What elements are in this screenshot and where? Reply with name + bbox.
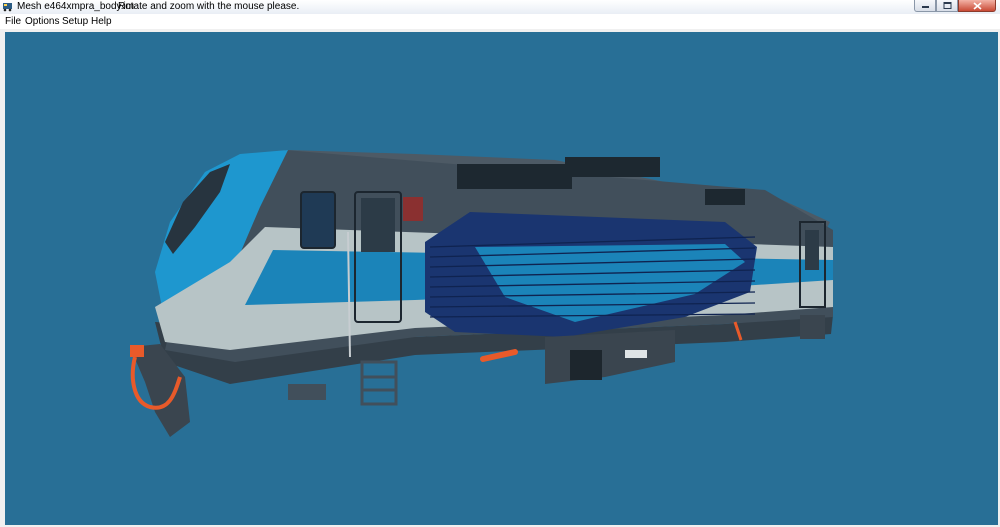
roof-vent-upper <box>565 157 660 177</box>
cab-door-window <box>361 198 395 252</box>
boarding-steps <box>360 360 398 406</box>
coupler-head <box>130 345 144 357</box>
lower-step <box>288 384 326 400</box>
rear-door-window <box>805 230 819 270</box>
equipment-label <box>625 350 647 358</box>
maximize-button[interactable] <box>936 0 958 12</box>
menu-setup[interactable]: Setup <box>61 15 89 28</box>
menu-file[interactable]: File <box>4 15 22 28</box>
app-locomotive-icon <box>3 3 12 12</box>
locomotive-model[interactable] <box>5 32 998 525</box>
menu-bar: File Options Setup Help <box>0 14 1000 29</box>
minimize-icon <box>921 6 929 8</box>
menu-options[interactable]: Options <box>24 15 60 28</box>
window-title: Mesh e464xmpra_body.im <box>17 1 135 12</box>
title-bar: Mesh e464xmpra_body.im Rotate and zoom w… <box>0 0 1000 14</box>
close-button[interactable] <box>958 0 996 12</box>
roof-vent-rear <box>705 189 745 205</box>
close-icon <box>972 1 982 10</box>
3d-viewport[interactable] <box>5 32 998 525</box>
window-hint: Rotate and zoom with the mouse please. <box>118 1 300 12</box>
cab-window <box>300 191 336 249</box>
minimize-button[interactable] <box>914 0 936 12</box>
equipment-grille <box>570 350 602 380</box>
roof-vent-main <box>457 164 572 189</box>
maximize-icon <box>943 2 951 9</box>
rear-bogie <box>800 315 825 339</box>
window-controls <box>914 0 996 12</box>
logo-plate <box>403 197 423 221</box>
menu-help[interactable]: Help <box>90 15 113 28</box>
orange-pipe <box>480 349 518 362</box>
equipment-box <box>545 330 675 384</box>
